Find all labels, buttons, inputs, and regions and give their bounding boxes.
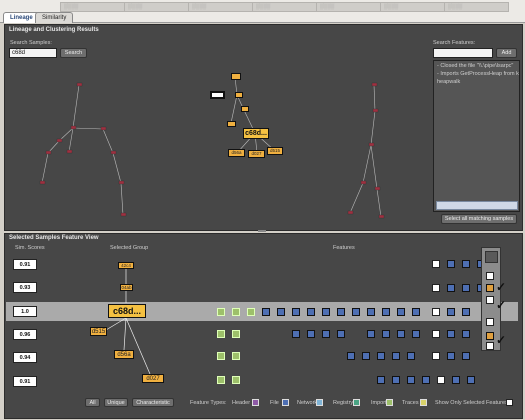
feature-square[interactable] <box>392 376 400 384</box>
feature-square[interactable] <box>362 352 370 360</box>
feature-square[interactable] <box>437 376 445 384</box>
popup-checkbox[interactable] <box>486 318 494 326</box>
popup-checkbox[interactable] <box>486 296 494 304</box>
feature-square[interactable] <box>432 352 440 360</box>
feature-square[interactable] <box>432 308 440 316</box>
legend-swatch[interactable] <box>252 399 259 406</box>
feature-square[interactable] <box>462 284 470 292</box>
feature-square[interactable] <box>462 330 470 338</box>
feature-square[interactable] <box>292 330 300 338</box>
feature-square[interactable] <box>447 284 455 292</box>
legend-swatch[interactable] <box>316 399 323 406</box>
popup-checkbox[interactable] <box>486 342 494 350</box>
feature-square[interactable] <box>232 308 240 316</box>
feature-square[interactable] <box>347 352 355 360</box>
feature-square[interactable] <box>412 308 420 316</box>
feature-square[interactable] <box>322 330 330 338</box>
legend-label: Import <box>371 400 387 406</box>
legend-swatch[interactable] <box>353 399 360 406</box>
legend-label: File <box>270 400 279 406</box>
feature-square[interactable] <box>407 352 415 360</box>
feature-square[interactable] <box>382 308 390 316</box>
feature-square[interactable] <box>367 330 375 338</box>
feature-square[interactable] <box>382 330 390 338</box>
feature-square[interactable] <box>412 330 420 338</box>
legend-label: Header <box>232 400 251 406</box>
feature-square[interactable] <box>447 352 455 360</box>
group-node[interactable]: d515 <box>90 327 107 336</box>
popup-checkbox[interactable] <box>486 284 494 292</box>
legend-swatch[interactable] <box>386 399 393 406</box>
feature-square[interactable] <box>232 330 240 338</box>
feature-square[interactable] <box>452 376 460 384</box>
feature-square[interactable] <box>422 376 430 384</box>
show-only-selected-label: Show Only Selected Features: <box>435 400 510 406</box>
legend-label: Network <box>297 400 318 406</box>
feature-square[interactable] <box>292 308 300 316</box>
feature-square[interactable] <box>447 330 455 338</box>
feature-square[interactable] <box>377 376 385 384</box>
characteristic-button[interactable]: Characteristic <box>132 398 174 407</box>
feature-square[interactable] <box>407 376 415 384</box>
group-node[interactable]: d027 <box>142 374 164 383</box>
all-button[interactable]: All <box>85 398 100 407</box>
legend-label: Traces <box>402 400 419 406</box>
feature-square[interactable] <box>397 308 405 316</box>
feature-square[interactable] <box>432 330 440 338</box>
feature-square[interactable] <box>377 352 385 360</box>
popup-checkbox[interactable] <box>486 272 494 280</box>
feature-square[interactable] <box>397 330 405 338</box>
group-node[interactable]: d56a <box>114 350 134 359</box>
feature-square[interactable] <box>367 308 375 316</box>
feature-square[interactable] <box>232 352 240 360</box>
feature-square[interactable] <box>277 308 285 316</box>
unique-button[interactable]: Unique <box>104 398 128 407</box>
feature-square[interactable] <box>462 260 470 268</box>
feature-square[interactable] <box>217 308 225 316</box>
feature-square[interactable] <box>247 308 255 316</box>
feature-square[interactable] <box>322 308 330 316</box>
popup-checkbox[interactable] <box>486 332 494 340</box>
feature-square[interactable] <box>462 352 470 360</box>
popup-header <box>485 251 498 263</box>
legend-swatch[interactable] <box>282 399 289 406</box>
legend-swatch[interactable] <box>420 399 427 406</box>
feature-square[interactable] <box>432 284 440 292</box>
feature-square[interactable] <box>217 352 225 360</box>
feature-square[interactable] <box>337 330 345 338</box>
feature-square[interactable] <box>337 308 345 316</box>
group-node[interactable]: 04ab <box>120 284 133 291</box>
feature-square[interactable] <box>307 330 315 338</box>
feature-square[interactable] <box>462 308 470 316</box>
feature-square[interactable] <box>432 260 440 268</box>
feature-square[interactable] <box>392 352 400 360</box>
feature-square[interactable] <box>467 376 475 384</box>
feature-square[interactable] <box>217 330 225 338</box>
checkmark-icon: ✓ <box>496 333 507 347</box>
feature-square[interactable] <box>352 308 360 316</box>
feature-square[interactable] <box>262 308 270 316</box>
feature-square[interactable] <box>307 308 315 316</box>
checkmark-icon: ✓ <box>496 298 507 312</box>
feature-square[interactable] <box>217 376 225 384</box>
feature-square[interactable] <box>447 260 455 268</box>
legend-label: Registry <box>333 400 354 406</box>
group-node[interactable]: 42c4 <box>118 262 134 269</box>
feature-square[interactable] <box>447 308 455 316</box>
checkmark-icon: ✓ <box>496 280 507 294</box>
group-root-node[interactable]: c68d... <box>108 304 146 318</box>
feature-types-label: Feature Types: <box>190 400 227 406</box>
feature-square[interactable] <box>232 376 240 384</box>
show-only-selected-checkbox[interactable] <box>506 399 513 406</box>
